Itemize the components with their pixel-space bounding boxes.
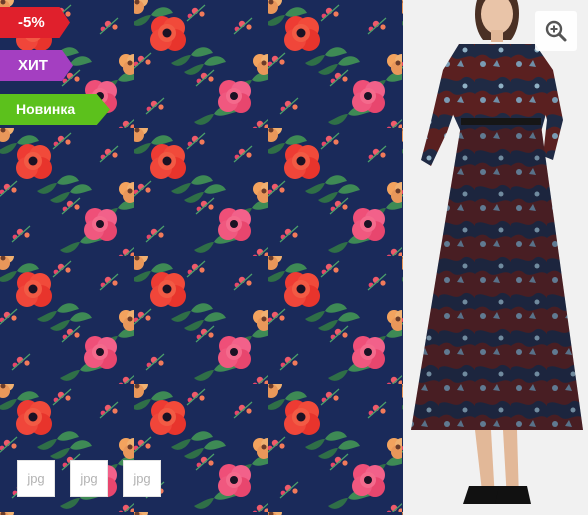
thumbnail-2[interactable]: jpg [70,460,108,497]
zoom-in-icon [545,20,567,42]
thumbnail-3[interactable]: jpg [123,460,161,497]
hit-badge: ХИТ [0,50,73,81]
zoom-button[interactable] [535,11,577,51]
new-badge: Новинка [0,94,110,125]
thumbnail-strip: jpg jpg jpg [17,460,161,497]
sale-badge: -5% [0,7,70,38]
thumbnail-1[interactable]: jpg [17,460,55,497]
dress-illustration [403,0,588,515]
dress-model-image[interactable] [403,0,588,515]
product-gallery: -5% ХИТ Новинка jpg jpg jpg [0,0,588,515]
